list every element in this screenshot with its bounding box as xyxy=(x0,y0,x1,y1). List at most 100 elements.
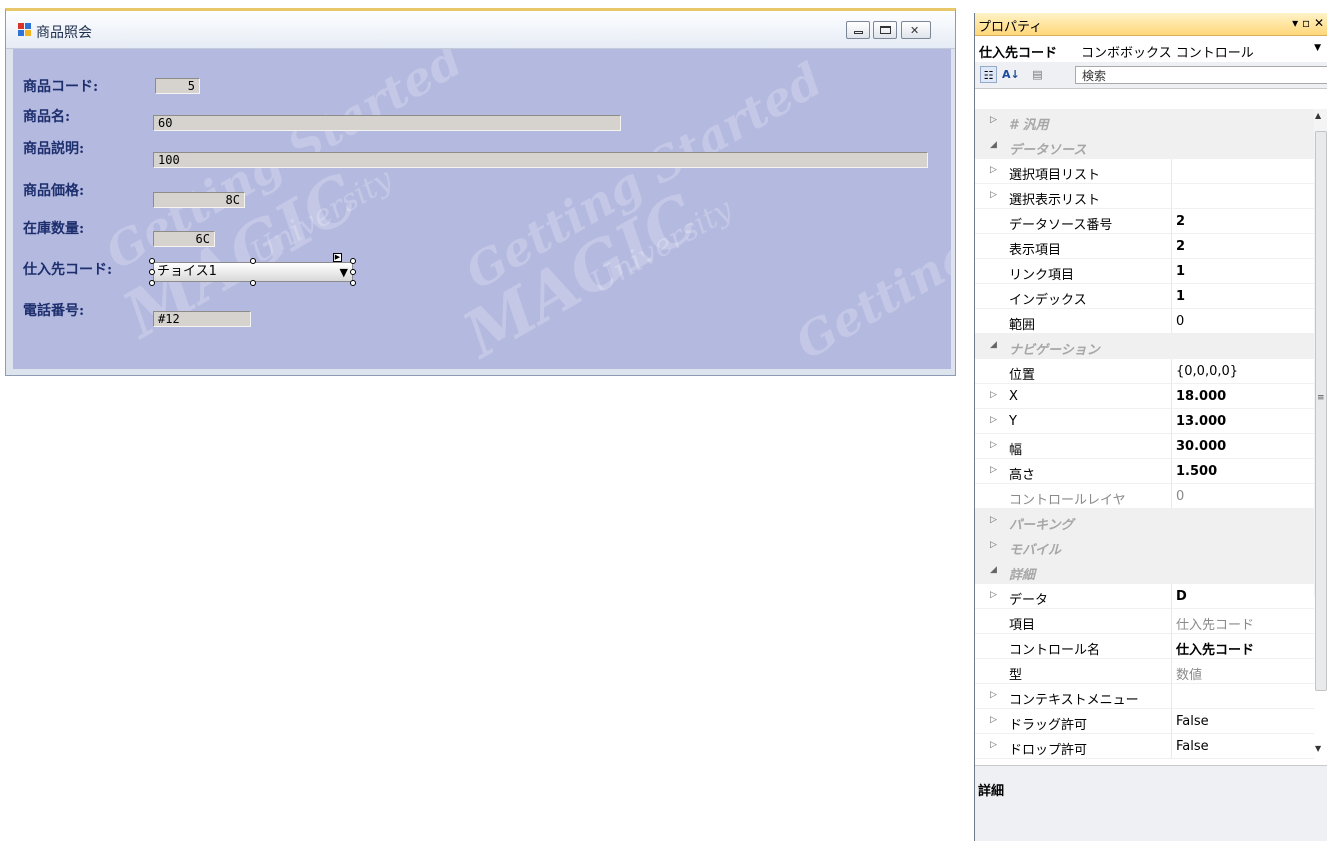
property-row[interactable]: 表示項目 2 xyxy=(975,234,1314,259)
resize-handle[interactable] xyxy=(250,258,256,264)
property-value: 仕入先コード xyxy=(1176,618,1255,633)
resize-handle[interactable] xyxy=(350,258,356,264)
scroll-down-icon[interactable]: ▼ xyxy=(1315,744,1321,753)
property-row[interactable]: データソース番号 2 xyxy=(975,209,1314,234)
scroll-up-icon[interactable]: ▲ xyxy=(1315,111,1321,120)
property-name-cell xyxy=(975,559,1171,584)
property-pages-icon[interactable]: ▤ xyxy=(1029,66,1046,83)
property-value-cell[interactable] xyxy=(1171,109,1314,134)
property-value-cell[interactable] xyxy=(1171,159,1314,184)
expand-icon[interactable]: ▷ xyxy=(990,415,997,425)
maximize-button[interactable] xyxy=(873,21,897,39)
product-code-field[interactable]: 5 xyxy=(155,78,200,94)
expand-icon[interactable]: ▷ xyxy=(990,515,997,525)
close-button[interactable]: ✕ xyxy=(901,21,931,39)
phone-number-field[interactable]: #12 xyxy=(153,311,251,327)
expand-icon[interactable]: ▷ xyxy=(990,690,997,700)
expand-icon[interactable]: ▷ xyxy=(990,190,997,200)
property-row[interactable]: ▷ X 18.000 xyxy=(975,384,1314,409)
property-category[interactable]: ▷ パーキング xyxy=(975,509,1314,534)
property-name: 位置 xyxy=(1009,368,1036,383)
chevron-down-icon[interactable]: ▼ xyxy=(340,264,348,282)
collapse-icon[interactable]: ◢ xyxy=(990,340,997,350)
collapse-icon[interactable]: ◢ xyxy=(990,140,997,150)
field-label-stock-quantity: 在庫数量: xyxy=(23,221,85,237)
minimize-button[interactable] xyxy=(846,21,870,39)
smart-tag-icon[interactable]: ▶ xyxy=(333,253,342,262)
property-row[interactable]: コントロール名 仕入先コード xyxy=(975,634,1314,659)
property-category[interactable]: ▷ モバイル xyxy=(975,534,1314,559)
property-value-cell[interactable] xyxy=(1171,584,1314,609)
expand-icon[interactable]: ▷ xyxy=(990,115,997,125)
expand-icon[interactable]: ▷ xyxy=(990,590,997,600)
property-value-cell[interactable] xyxy=(1171,309,1314,334)
resize-handle[interactable] xyxy=(149,258,155,264)
expand-icon[interactable]: ▷ xyxy=(990,540,997,550)
resize-handle[interactable] xyxy=(350,280,356,286)
property-value-cell[interactable] xyxy=(1171,259,1314,284)
property-name: 表示項目 xyxy=(1009,243,1062,258)
product-name-field[interactable]: 60 xyxy=(153,115,621,131)
property-value-cell[interactable] xyxy=(1171,209,1314,234)
property-name-cell xyxy=(975,434,1171,459)
property-row[interactable]: ▷ 幅 30.000 xyxy=(975,434,1314,459)
property-row[interactable]: ▷ ドロップ許可 False xyxy=(975,734,1314,759)
categorized-view-icon[interactable]: ☷ xyxy=(980,66,997,83)
alphabetical-sort-icon[interactable]: A↓ xyxy=(1002,66,1020,83)
property-name: インデックス xyxy=(1009,293,1087,308)
property-row[interactable]: 範囲 0 xyxy=(975,309,1314,334)
property-category[interactable]: ◢ 詳細 xyxy=(975,559,1314,584)
property-value-cell[interactable] xyxy=(1171,534,1314,559)
product-description-field[interactable]: 100 xyxy=(153,152,928,168)
property-row[interactable]: ▷ 選択項目リスト xyxy=(975,159,1314,184)
property-value-cell[interactable] xyxy=(1171,684,1314,709)
property-row[interactable]: ▷ Y 13.000 xyxy=(975,409,1314,434)
supplier-code-combobox[interactable]: チョイス1 ▼ xyxy=(153,262,353,282)
property-value-cell[interactable] xyxy=(1171,559,1314,584)
property-row[interactable]: リンク項目 1 xyxy=(975,259,1314,284)
chevron-down-icon[interactable]: ▼ xyxy=(1314,43,1321,53)
resize-handle[interactable] xyxy=(350,269,356,275)
property-row[interactable]: 項目 仕入先コード xyxy=(975,609,1314,634)
property-category[interactable]: ◢ データソース xyxy=(975,134,1314,159)
property-value: 1.500 xyxy=(1176,464,1218,479)
property-search-input[interactable]: 検索 xyxy=(1075,66,1327,84)
resize-handle[interactable] xyxy=(149,280,155,286)
property-value-cell[interactable] xyxy=(1171,184,1314,209)
resize-handle[interactable] xyxy=(149,269,155,275)
panel-window-controls[interactable]: ▾ ▫ ✕ xyxy=(1292,16,1324,30)
property-category[interactable]: ▷ # 汎用 xyxy=(975,109,1314,134)
product-price-field[interactable]: 8C xyxy=(153,192,245,208)
property-category[interactable]: ◢ ナビゲーション xyxy=(975,334,1314,359)
property-row[interactable]: 型 数値 xyxy=(975,659,1314,684)
expand-icon[interactable]: ▷ xyxy=(990,715,997,725)
resize-handle[interactable] xyxy=(250,280,256,286)
property-value-cell[interactable] xyxy=(1171,284,1314,309)
property-row[interactable]: インデックス 1 xyxy=(975,284,1314,309)
scrollbar-thumb[interactable] xyxy=(1315,131,1327,691)
property-value: 2 xyxy=(1176,214,1186,229)
property-value-cell[interactable] xyxy=(1171,134,1314,159)
expand-icon[interactable]: ▷ xyxy=(990,440,997,450)
property-scrollbar[interactable] xyxy=(1314,109,1327,691)
property-name: 項目 xyxy=(1009,618,1036,633)
stock-quantity-field[interactable]: 6C xyxy=(153,231,215,247)
property-value-cell[interactable] xyxy=(1171,334,1314,359)
expand-icon[interactable]: ▷ xyxy=(990,465,997,475)
property-row[interactable]: 位置 {0,0,0,0} xyxy=(975,359,1314,384)
property-row[interactable]: ▷ データ D xyxy=(975,584,1314,609)
property-row[interactable]: ▷ 選択表示リスト xyxy=(975,184,1314,209)
collapse-icon[interactable]: ◢ xyxy=(990,565,997,575)
property-value-cell[interactable] xyxy=(1171,509,1314,534)
property-row[interactable]: ▷ 高さ 1.500 xyxy=(975,459,1314,484)
object-selector[interactable]: 仕入先コード コンボボックス コントロール ▼ xyxy=(975,36,1327,63)
property-row[interactable]: ▷ コンテキストメニュー xyxy=(975,684,1314,709)
expand-icon[interactable]: ▷ xyxy=(990,740,997,750)
expand-icon[interactable]: ▷ xyxy=(990,390,997,400)
property-row[interactable]: ▷ ドラッグ許可 False xyxy=(975,709,1314,734)
property-value-cell[interactable] xyxy=(1171,484,1314,509)
property-row[interactable]: コントロールレイヤ 0 xyxy=(975,484,1314,509)
expand-icon[interactable]: ▷ xyxy=(990,165,997,175)
property-value-cell[interactable] xyxy=(1171,234,1314,259)
property-name: コントロール名 xyxy=(1009,643,1101,658)
